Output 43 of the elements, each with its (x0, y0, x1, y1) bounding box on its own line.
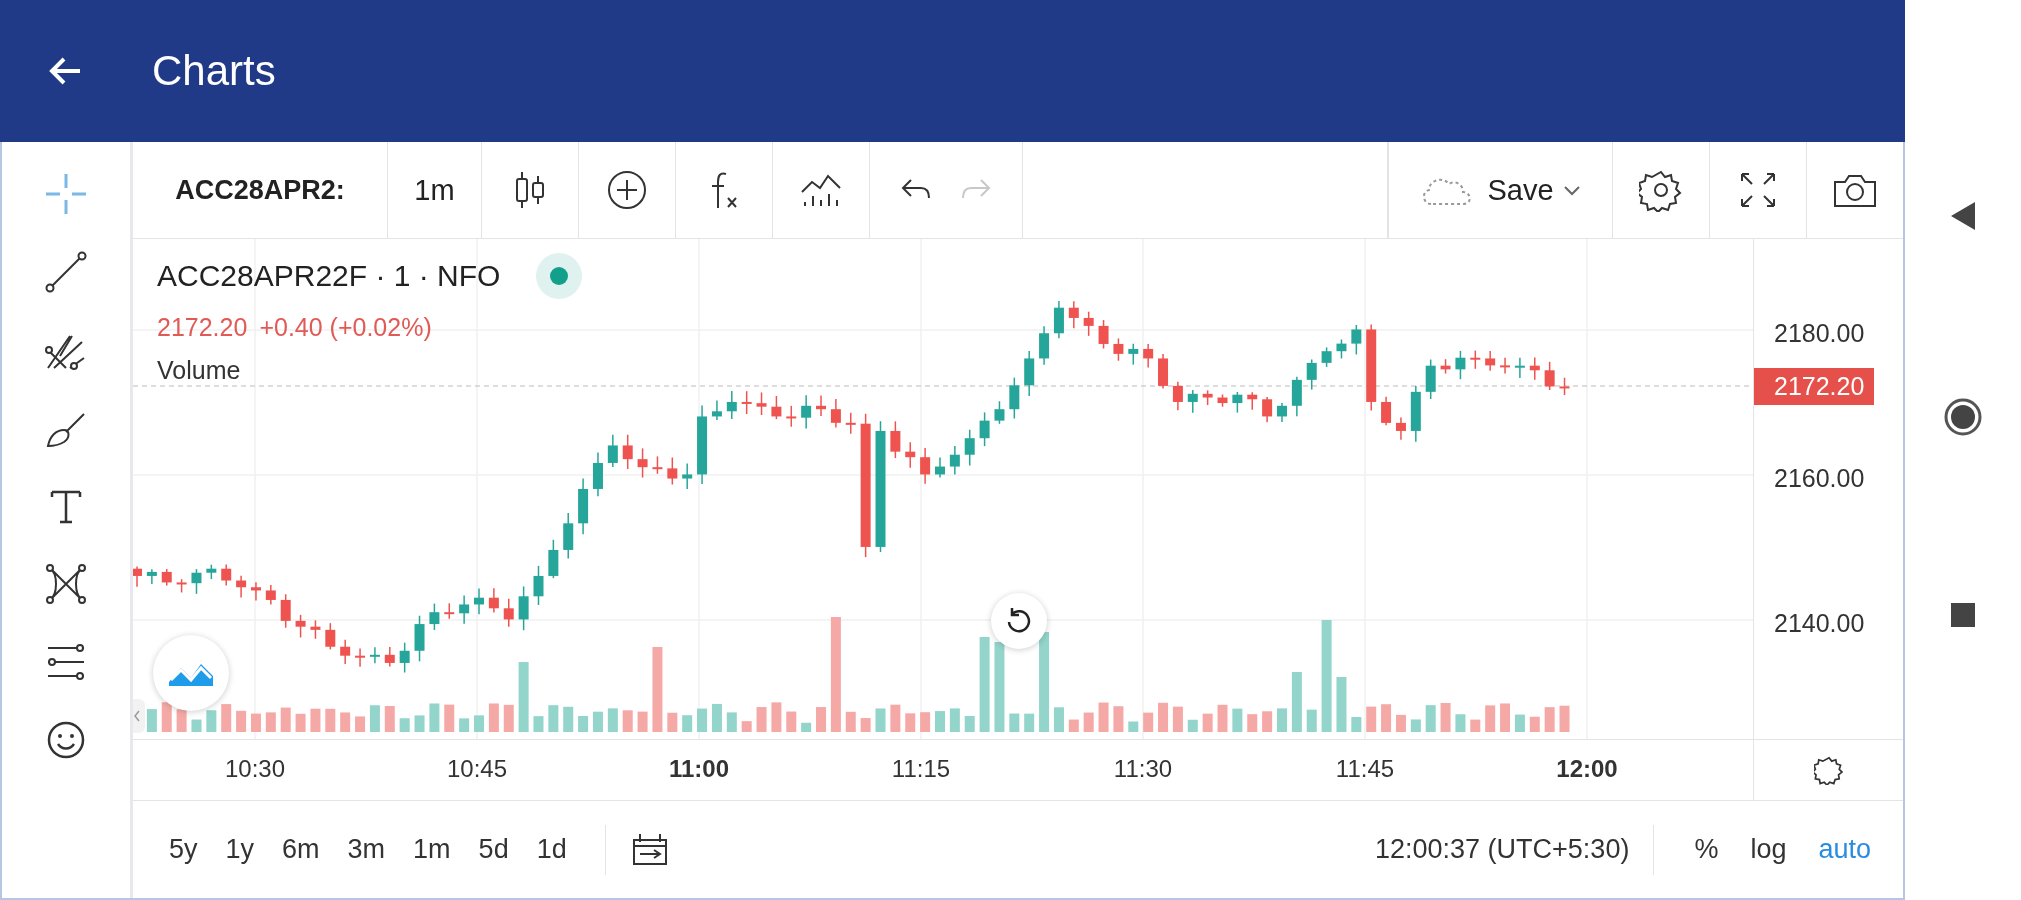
scale-option[interactable]: log (1734, 834, 1803, 865)
last-price-tag: 2172.20 (1754, 368, 1875, 405)
back-icon[interactable] (1949, 200, 1977, 232)
price-tick: 2160.00 (1774, 464, 1865, 493)
time-tick: 11:15 (891, 755, 951, 783)
logo-button[interactable] (153, 635, 229, 711)
range-button[interactable]: 3m (333, 834, 400, 865)
time-tick: 11:00 (668, 755, 730, 783)
page-title: Charts (152, 47, 276, 95)
settings-icon[interactable] (1639, 168, 1683, 212)
save-button[interactable]: Save (1388, 142, 1613, 238)
caret-icon (1561, 183, 1582, 197)
add-icon[interactable] (606, 169, 648, 211)
price-tick: 2180.00 (1774, 319, 1865, 348)
scale-option[interactable]: % (1678, 834, 1735, 865)
price-tick: 2140.00 (1774, 609, 1865, 638)
collapse-tab[interactable] (133, 699, 145, 733)
range-button[interactable]: 5d (464, 834, 523, 865)
scale-option[interactable]: auto (1802, 834, 1887, 865)
range-button[interactable]: 1m (399, 834, 465, 865)
price-change: +0.40 (+0.02%) (259, 313, 432, 342)
time-tick: 12:00 (1556, 755, 1618, 783)
range-button[interactable]: 5y (155, 834, 212, 865)
line-tool-icon[interactable] (44, 250, 88, 294)
time-tick: 11:45 (1335, 755, 1395, 783)
last-price: 2172.20 (157, 313, 248, 342)
clock-label: 12:00:37 (UTC+5:30) (1375, 834, 1630, 865)
range-button[interactable]: 1d (522, 834, 581, 865)
back-arrow-icon[interactable] (48, 56, 82, 86)
recents-icon[interactable] (1950, 602, 1976, 628)
reset-button[interactable] (991, 593, 1047, 649)
time-tick: 11:30 (1113, 755, 1173, 783)
pattern-icon[interactable] (44, 562, 88, 606)
fullscreen-icon[interactable] (1738, 170, 1778, 210)
chevron-icon (133, 709, 141, 723)
range-button[interactable]: 6m (268, 834, 334, 865)
time-tick: 10:30 (224, 755, 286, 783)
home-icon[interactable] (1943, 397, 1983, 437)
settings-icon[interactable] (1813, 755, 1844, 785)
range-button[interactable]: 1y (211, 834, 269, 865)
study-label: Volume (157, 356, 242, 385)
time-tick: 10:45 (446, 755, 508, 783)
symbol-title: ACC28APR22F · 1 · NFO (157, 259, 501, 293)
